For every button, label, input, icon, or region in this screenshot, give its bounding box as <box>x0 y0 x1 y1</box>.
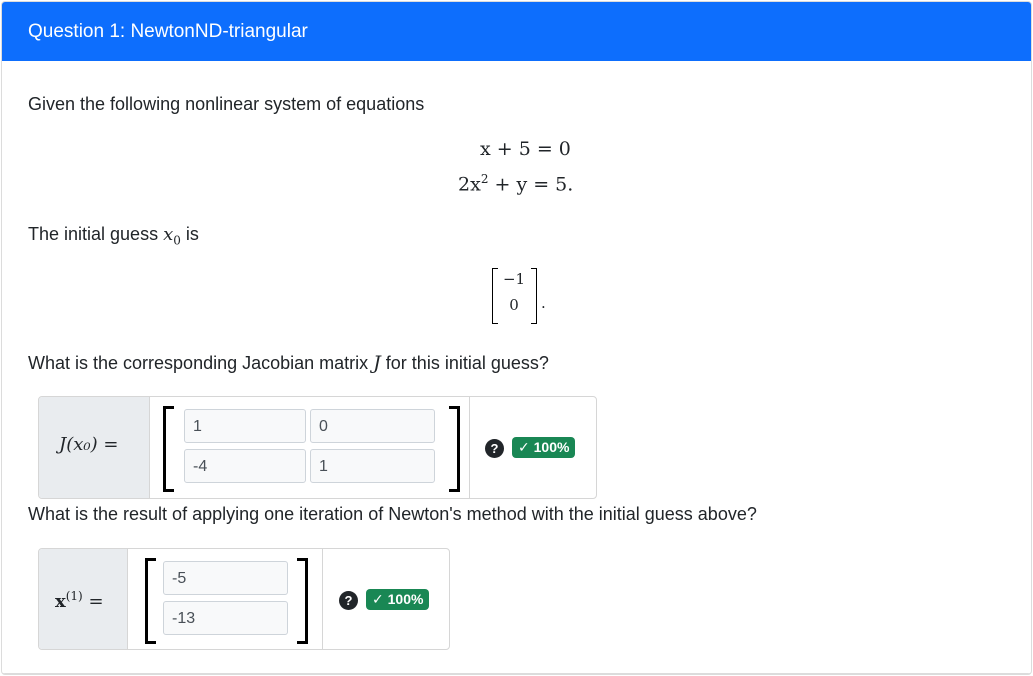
divider <box>469 397 470 498</box>
score-badge: ✓ 100% <box>512 437 576 458</box>
question-header: Question 1: NewtonND-triangular <box>2 2 1031 61</box>
question-jacobian: What is the corresponding Jacobian matri… <box>28 352 549 374</box>
newton-label-area: x(1) = <box>39 549 128 649</box>
help-icon[interactable]: ? <box>339 591 358 610</box>
jacobian-label: J(x₀) = <box>59 434 119 455</box>
question-newton: What is the result of applying one itera… <box>28 504 757 524</box>
initial-guess-vector: −1 0 . <box>492 268 552 324</box>
jacobian-answer-box: J(x₀) = 1 0 -4 1 ? ✓ 100% <box>38 396 597 499</box>
jacobian-right-bracket <box>449 406 460 492</box>
jacobian-left-bracket <box>163 406 174 492</box>
equation-2: 2x2 + y = 5. <box>458 172 574 196</box>
score-badge: ✓ 100% <box>366 589 430 610</box>
help-icon[interactable]: ? <box>485 439 504 458</box>
jacobian-cell-2-2[interactable]: 1 <box>310 449 435 483</box>
intro-text: Given the following nonlinear system of … <box>28 94 425 114</box>
newton-right-bracket <box>297 558 308 644</box>
newton-left-bracket <box>145 558 156 644</box>
question-card: Question 1: NewtonND-triangular Given th… <box>1 1 1032 675</box>
newton-cell-2[interactable]: -13 <box>163 601 288 635</box>
newton-label: x(1) = <box>55 589 104 612</box>
newton-cell-1[interactable]: -5 <box>163 561 288 595</box>
jacobian-cell-1-1[interactable]: 1 <box>184 409 306 443</box>
divider <box>322 549 323 649</box>
jacobian-cell-1-2[interactable]: 0 <box>310 409 435 443</box>
jacobian-label-area: J(x₀) = <box>39 397 150 498</box>
jacobian-cell-2-1[interactable]: -4 <box>184 449 306 483</box>
equation-1: x + 5 = 0 <box>480 138 571 160</box>
card-bottom-border <box>2 673 1031 674</box>
newton-answer-box: x(1) = -5 -13 ? ✓ 100% <box>38 548 450 650</box>
initial-guess-text: The initial guess x0 is <box>28 224 199 248</box>
